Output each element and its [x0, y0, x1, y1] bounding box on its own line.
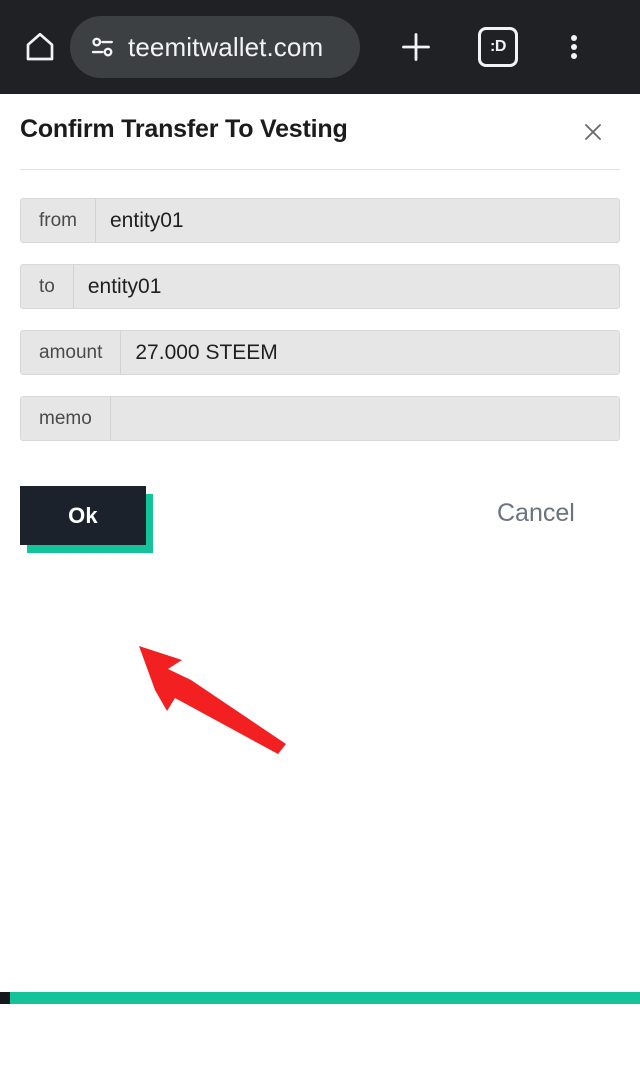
- field-label-amount: amount: [21, 331, 122, 374]
- tab-count-label: :D: [478, 27, 518, 67]
- menu-dot: [571, 44, 577, 50]
- plus-icon[interactable]: [388, 19, 444, 75]
- close-x-icon[interactable]: [573, 112, 613, 152]
- field-row-amount: amount 27.000 STEEM: [20, 330, 620, 375]
- menu-dot: [571, 53, 577, 59]
- bottom-filler: [0, 1004, 640, 1016]
- confirm-ok-button[interactable]: Ok: [20, 486, 146, 545]
- field-label-to: to: [21, 265, 74, 308]
- field-value-from[interactable]: entity01: [96, 199, 619, 242]
- tab-count-button[interactable]: :D: [470, 19, 526, 75]
- bottom-bar-marker: [0, 992, 10, 1004]
- field-row-memo: memo: [20, 396, 620, 441]
- page-info-sliders-icon[interactable]: [88, 32, 118, 62]
- field-value-memo[interactable]: [110, 397, 619, 440]
- field-row-to: to entity01: [20, 264, 620, 309]
- browser-toolbar: teemitwallet.com :D: [0, 0, 640, 94]
- url-text: teemitwallet.com: [128, 31, 324, 62]
- header-divider: [20, 169, 620, 170]
- field-row-from: from entity01: [20, 198, 620, 243]
- three-dot-menu-icon[interactable]: [552, 19, 596, 75]
- field-label-from: from: [21, 199, 96, 242]
- url-bar[interactable]: teemitwallet.com: [70, 16, 360, 78]
- home-icon[interactable]: [14, 21, 66, 73]
- dialog-actions: Ok Cancel: [0, 486, 640, 566]
- field-value-amount[interactable]: 27.000 STEEM: [121, 331, 619, 374]
- cancel-button[interactable]: Cancel: [497, 499, 575, 528]
- transfer-summary-form: from entity01 to entity01 amount 27.000 …: [20, 198, 620, 462]
- dialog-header: Confirm Transfer To Vesting: [0, 94, 640, 170]
- field-value-to[interactable]: entity01: [73, 265, 619, 308]
- menu-dot: [571, 35, 577, 41]
- field-label-memo: memo: [21, 397, 111, 440]
- bottom-accent-bar: [0, 992, 640, 1004]
- page-title: Confirm Transfer To Vesting: [20, 115, 348, 143]
- page-content: Confirm Transfer To Vesting from entity0…: [0, 94, 640, 992]
